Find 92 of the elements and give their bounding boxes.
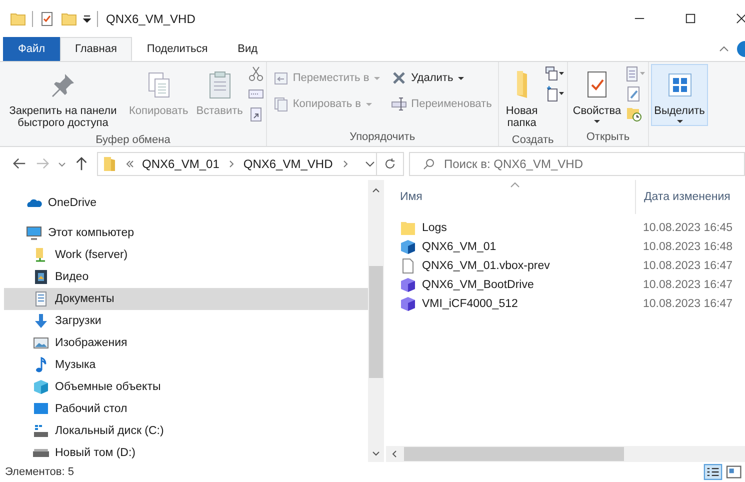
address-field[interactable]: QNX6_VM_01 QNX6_VM_VHD <box>97 152 377 176</box>
date-cell: 10.08.2023 16:47 <box>643 278 733 291</box>
file-name[interactable]: QNX6_VM_01.vbox-prev <box>422 260 550 272</box>
group-label: Открыть <box>585 130 631 145</box>
sidebar-item[interactable]: Новый том (D:) <box>0 442 368 464</box>
sidebar-item[interactable]: Рабочий стол <box>0 398 368 420</box>
sidebar-item[interactable]: Work (fserver) <box>0 244 368 266</box>
group-label: Буфер обмена <box>94 132 172 148</box>
folder-icon <box>400 220 416 236</box>
cube-icon <box>400 276 416 293</box>
open-icon[interactable] <box>626 66 646 82</box>
sidebar-item[interactable]: Объемные объекты <box>0 376 368 398</box>
scrollbar-thumb[interactable] <box>404 447 624 462</box>
sidebar-item[interactable]: Музыка <box>0 354 368 376</box>
cube-icon <box>400 238 416 255</box>
computer-icon <box>26 225 42 242</box>
image-icon <box>33 335 49 352</box>
date-cell: 10.08.2023 16:47 <box>643 260 733 272</box>
new-folder-button[interactable]: Новая папка <box>500 64 543 132</box>
up-arrow-icon[interactable] <box>74 156 89 172</box>
properties-button[interactable]: Свойства <box>570 64 624 128</box>
folder-icon <box>516 70 527 98</box>
sidebar-item[interactable]: Локальный диск (C:) <box>0 420 368 442</box>
file-name[interactable]: QNX6_VM_01 <box>422 240 496 253</box>
ribbon-tab[interactable]: Файл <box>3 37 60 61</box>
breadcrumb[interactable]: QNX6_VM_VHD <box>243 156 333 171</box>
group-label: Создать <box>510 132 555 148</box>
sidebar-item[interactable]: Этот компьютер <box>0 222 368 244</box>
rename-icon <box>391 96 408 112</box>
help-icon[interactable] <box>737 41 745 58</box>
select-button[interactable]: Выделить <box>651 64 708 126</box>
column-header[interactable]: Имя <box>400 191 422 204</box>
refresh-button[interactable] <box>376 152 404 176</box>
edit-icon[interactable] <box>626 86 642 102</box>
ribbon-tab[interactable]: Поделиться <box>132 37 223 61</box>
file-name[interactable]: Logs <box>422 222 447 234</box>
chevron-icon[interactable] <box>227 160 236 168</box>
customize-caret-icon[interactable] <box>83 14 91 23</box>
ribbon-tab[interactable]: Вид <box>222 37 273 61</box>
scroll-left-icon[interactable] <box>390 450 398 458</box>
pin-button[interactable]: Закрепить на панели быстрого доступа <box>2 64 124 132</box>
system-drive-icon <box>33 423 49 440</box>
ribbon-tab[interactable]: Главная <box>60 37 132 61</box>
sidebar-item[interactable]: Изображения <box>0 332 368 354</box>
sidebar-item[interactable]: OneDrive <box>0 192 368 214</box>
delete-button[interactable]: Удалить <box>389 68 494 88</box>
search-icon <box>423 158 435 170</box>
column-header[interactable]: Дата изменения <box>636 180 730 214</box>
document-icon <box>33 291 49 308</box>
date-cell: 10.08.2023 16:45 <box>643 222 733 234</box>
sidebar-item[interactable]: Видео <box>0 266 368 288</box>
sort-caret-icon <box>510 182 520 188</box>
music-note-icon <box>33 357 49 374</box>
chevron-icon[interactable] <box>340 160 349 168</box>
scroll-down-icon[interactable] <box>372 450 380 458</box>
sidebar-item[interactable]: Загрузки <box>0 310 368 332</box>
delete-icon <box>391 70 408 86</box>
refresh-icon <box>384 158 396 170</box>
history-icon[interactable] <box>626 106 642 122</box>
film-icon <box>33 269 49 286</box>
item-count: Элементов: 5 <box>5 466 74 478</box>
easy-access-icon[interactable] <box>544 86 565 102</box>
back-arrow-icon[interactable] <box>12 156 27 172</box>
group-label: Упорядочить <box>348 130 416 145</box>
paste-shortcut-icon[interactable] <box>248 106 264 122</box>
recent-caret-icon[interactable] <box>58 160 66 168</box>
folder-icon <box>102 156 118 172</box>
file-icon <box>400 258 416 274</box>
cube-icon <box>33 379 49 396</box>
double-chevron-icon[interactable] <box>126 160 134 168</box>
scissors-icon[interactable] <box>248 66 264 82</box>
file-name[interactable]: QNX6_VM_BootDrive <box>422 278 534 291</box>
scrollbar-thumb[interactable] <box>369 266 383 378</box>
details-view-icon[interactable] <box>703 464 723 480</box>
move-icon <box>272 70 289 86</box>
date-cell: 10.08.2023 16:48 <box>643 240 733 253</box>
drive-icon <box>33 449 49 458</box>
scroll-up-icon[interactable] <box>372 186 380 194</box>
search-field[interactable]: Поиск в: QNX6_VM_VHD <box>409 152 745 176</box>
download-arrow-icon <box>33 313 49 330</box>
sidebar-item[interactable]: Документы <box>4 288 368 310</box>
close-icon[interactable] <box>736 13 745 24</box>
new-item-icon[interactable] <box>544 66 565 82</box>
cube-icon <box>400 296 416 312</box>
maximize-icon[interactable] <box>685 13 696 24</box>
date-cell: 10.08.2023 16:47 <box>643 298 733 310</box>
dropdown-caret-icon[interactable] <box>364 158 375 169</box>
breadcrumb[interactable]: QNX6_VM_01 <box>142 156 220 171</box>
file-name[interactable]: VMI_iCF4000_512 <box>422 298 518 310</box>
copy-icon <box>272 96 289 112</box>
window-title: QNX6_VM_VHD <box>106 12 196 26</box>
properties-icon[interactable] <box>39 10 55 27</box>
